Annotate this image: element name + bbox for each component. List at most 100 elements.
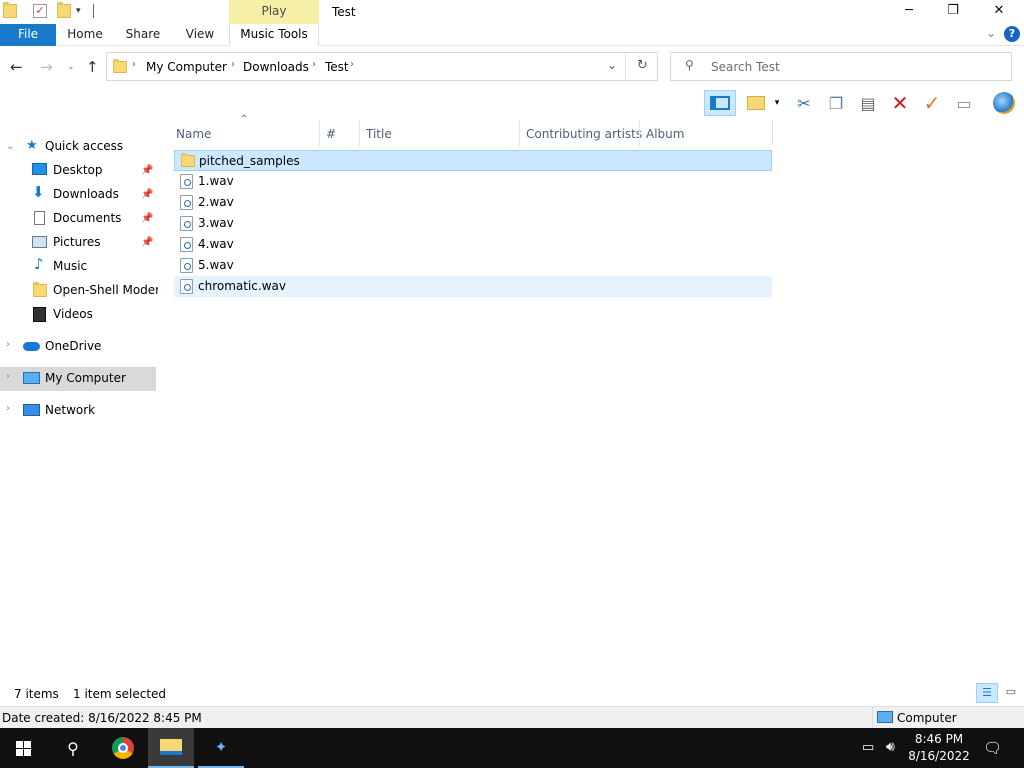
- expand-ribbon-icon[interactable]: ⌄: [986, 26, 996, 40]
- address-dropdown-icon[interactable]: ⌄: [607, 58, 617, 72]
- folder-icon[interactable]: [3, 2, 17, 18]
- sidebar-item-onedrive[interactable]: OneDrive: [45, 335, 101, 357]
- new-folder-icon[interactable]: [744, 91, 768, 115]
- search-box[interactable]: ⚲ Search Test: [670, 52, 1012, 81]
- file-name: 3.wav: [198, 216, 234, 230]
- properties-check-icon[interactable]: ✓: [920, 91, 944, 115]
- cut-icon[interactable]: ✂: [792, 91, 816, 115]
- breadcrumb-test[interactable]: Test: [325, 60, 349, 74]
- search-input[interactable]: Search Test: [711, 60, 780, 74]
- sidebar-item-desktop[interactable]: Desktop: [53, 159, 103, 181]
- wav-file-icon: [180, 216, 193, 231]
- clock-time[interactable]: 8:46 PM: [904, 732, 974, 746]
- column-header-contributing-artists[interactable]: Contributing artists: [526, 124, 642, 144]
- list-item[interactable]: 4.wav: [174, 234, 772, 255]
- chevron-right-icon[interactable]: ›: [350, 59, 354, 70]
- pin-icon: 📌: [141, 165, 154, 176]
- recent-locations-icon[interactable]: ⌄: [67, 62, 75, 72]
- paste-icon[interactable]: ▤: [856, 91, 880, 115]
- address-bar[interactable]: › My Computer › Downloads › Test › ⌄ ↻: [106, 52, 658, 81]
- column-header-number[interactable]: #: [326, 124, 336, 144]
- file-explorer-icon[interactable]: [148, 728, 194, 768]
- network-icon: [23, 404, 40, 416]
- list-item[interactable]: chromatic.wav: [174, 276, 772, 297]
- tab-file[interactable]: File: [0, 24, 56, 46]
- tab-home[interactable]: Home: [62, 24, 108, 46]
- internet-options-icon[interactable]: [990, 91, 1018, 115]
- sidebar-item-videos[interactable]: Videos: [53, 303, 93, 325]
- breadcrumb-downloads[interactable]: Downloads: [243, 60, 309, 74]
- pin-icon: 📌: [141, 237, 154, 248]
- chevron-right-icon[interactable]: ›: [132, 59, 136, 70]
- chevron-down-icon[interactable]: ⌄: [6, 141, 14, 152]
- clock-date[interactable]: 8/16/2022: [904, 749, 974, 763]
- location-label: Computer: [897, 711, 957, 725]
- chevron-right-icon[interactable]: ›: [6, 339, 10, 350]
- desktop-icon: [32, 163, 47, 175]
- column-header-album[interactable]: Album: [646, 124, 684, 144]
- chevron-right-icon[interactable]: ›: [6, 371, 10, 382]
- sidebar-item-music[interactable]: Music: [53, 255, 87, 277]
- audio-app-icon[interactable]: ✦: [198, 728, 244, 768]
- wav-file-icon: [180, 237, 193, 252]
- copy-icon[interactable]: ❐: [824, 91, 848, 115]
- column-divider[interactable]: [772, 120, 773, 146]
- breadcrumb-my-computer[interactable]: My Computer: [146, 60, 227, 74]
- file-name: 4.wav: [198, 237, 234, 251]
- up-icon[interactable]: ↑: [86, 58, 99, 76]
- search-icon[interactable]: ⚲: [50, 728, 96, 768]
- sidebar-item-network[interactable]: Network: [45, 399, 95, 421]
- list-item[interactable]: 1.wav: [174, 171, 772, 192]
- notification-icon[interactable]: 🗨︎: [983, 739, 1002, 757]
- minimize-button[interactable]: ─: [886, 0, 932, 24]
- details-view-icon[interactable]: ☰: [976, 683, 998, 703]
- tab-music-tools[interactable]: Music Tools: [229, 24, 319, 46]
- column-divider[interactable]: [319, 120, 320, 146]
- properties-icon[interactable]: ✓: [33, 4, 47, 18]
- volume-icon[interactable]: 🔊︎: [886, 739, 895, 755]
- rename-icon[interactable]: ▭: [952, 91, 976, 115]
- help-icon[interactable]: ?: [1004, 26, 1020, 42]
- delete-icon[interactable]: ✕: [888, 91, 912, 115]
- chevron-right-icon[interactable]: ›: [6, 403, 10, 414]
- chevron-right-icon[interactable]: ›: [312, 59, 316, 70]
- dropdown-icon[interactable]: ▾: [770, 91, 784, 115]
- sidebar-item-pictures[interactable]: Pictures: [53, 231, 101, 253]
- wav-file-icon: [180, 258, 193, 273]
- context-tab-play: Play: [229, 0, 319, 24]
- column-divider[interactable]: [359, 120, 360, 146]
- list-item[interactable]: pitched_samples: [174, 150, 772, 171]
- network-tray-icon[interactable]: ▭: [862, 740, 874, 755]
- customize-quick-access-icon[interactable]: ▾: [76, 6, 90, 20]
- title-bar: ✓ ▾ Play Test ─ ❐ ✕: [0, 0, 1024, 24]
- sidebar-item-my-computer[interactable]: My Computer: [45, 367, 126, 389]
- wav-file-icon: [180, 195, 193, 210]
- forward-icon[interactable]: →: [40, 58, 53, 76]
- back-icon[interactable]: ←: [10, 58, 23, 76]
- chrome-icon[interactable]: [100, 728, 146, 768]
- sidebar-item-downloads[interactable]: Downloads: [53, 183, 119, 205]
- maximize-button[interactable]: ❐: [930, 0, 976, 24]
- sidebar-item-quick-access[interactable]: Quick access: [45, 135, 123, 157]
- chevron-right-icon[interactable]: ›: [231, 59, 235, 70]
- start-button[interactable]: [0, 728, 46, 768]
- column-divider[interactable]: [519, 120, 520, 146]
- file-name: pitched_samples: [199, 154, 300, 168]
- tab-share[interactable]: Share: [120, 24, 166, 46]
- tab-view[interactable]: View: [178, 24, 222, 46]
- preview-pane-icon[interactable]: [704, 90, 736, 116]
- list-item[interactable]: 2.wav: [174, 192, 772, 213]
- large-icons-view-icon[interactable]: ▭: [1001, 683, 1021, 703]
- list-item[interactable]: 3.wav: [174, 213, 772, 234]
- refresh-icon[interactable]: ↻: [637, 58, 648, 73]
- sidebar-item-open-shell-modern[interactable]: Open-Shell Modern: [53, 279, 158, 301]
- status-bar: 7 items 1 item selected ☰ ▭: [0, 680, 1024, 706]
- search-icon: ⚲: [685, 58, 694, 72]
- column-header-title[interactable]: Title: [366, 124, 392, 144]
- sidebar-item-documents[interactable]: Documents: [53, 207, 121, 229]
- list-item[interactable]: 5.wav: [174, 255, 772, 276]
- new-folder-icon[interactable]: [57, 2, 71, 18]
- column-header-name[interactable]: Name: [176, 124, 211, 144]
- column-divider[interactable]: [639, 120, 640, 146]
- close-button[interactable]: ✕: [976, 0, 1022, 24]
